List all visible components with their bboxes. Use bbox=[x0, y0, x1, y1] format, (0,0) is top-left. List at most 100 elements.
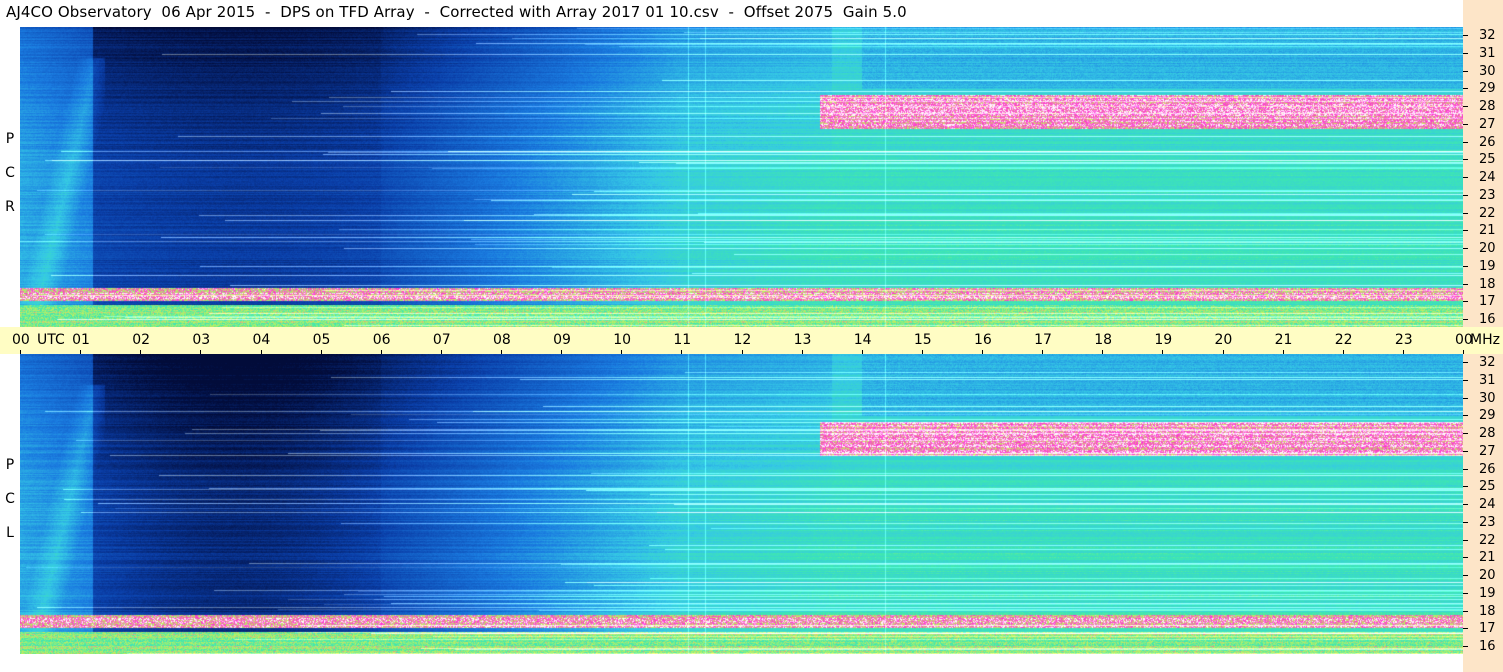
top-pol-letter-p: P bbox=[5, 131, 15, 147]
time-tick-label: 23 bbox=[1394, 332, 1413, 348]
freq-tick bbox=[1463, 283, 1468, 285]
bottom-spectrogram bbox=[20, 354, 1463, 654]
time-tick-label: 01 bbox=[72, 332, 90, 348]
time-tick-label: 22 bbox=[1334, 332, 1353, 348]
freq-tick-label: 20 bbox=[1479, 568, 1496, 583]
time-tick-label: 12 bbox=[733, 332, 752, 348]
top-spectrogram bbox=[20, 27, 1463, 327]
freq-tick bbox=[1463, 592, 1468, 594]
freq-tick bbox=[1463, 177, 1468, 178]
freq-tick-label: 23 bbox=[1479, 187, 1496, 203]
freq-tick bbox=[1463, 415, 1468, 417]
freq-tick bbox=[1463, 35, 1468, 36]
freq-tick-label: 27 bbox=[1479, 116, 1496, 132]
freq-tick-label: 16 bbox=[1479, 312, 1496, 327]
freq-tick bbox=[1463, 504, 1468, 505]
freq-tick bbox=[1463, 379, 1468, 381]
freq-tick-label: 19 bbox=[1479, 585, 1496, 601]
freq-tick-label: 22 bbox=[1479, 532, 1496, 548]
freq-tick-label: 23 bbox=[1479, 514, 1496, 530]
top-polarization-label: R C P bbox=[0, 120, 20, 256]
time-tick-label: 08 bbox=[493, 332, 511, 348]
freq-tick bbox=[1463, 486, 1468, 488]
freq-tick bbox=[1463, 521, 1468, 523]
freq-tick-label: 25 bbox=[1479, 479, 1496, 495]
time-tick-label: 00 bbox=[12, 332, 30, 348]
bottom-frequency-axis: 32 31 30 29 28 27 26 25 24 23 22 21 20 19 18 17 16 bbox=[1463, 354, 1503, 672]
freq-tick bbox=[1463, 628, 1468, 630]
freq-tick-label: 18 bbox=[1479, 603, 1496, 619]
freq-tick-label: 30 bbox=[1479, 390, 1496, 406]
freq-tick-label: 32 bbox=[1479, 355, 1496, 370]
freq-tick-label: 28 bbox=[1479, 426, 1496, 441]
freq-tick-label: 22 bbox=[1479, 205, 1496, 221]
bottom-spectrogram-canvas bbox=[20, 354, 1463, 654]
freq-tick bbox=[1463, 610, 1468, 612]
freq-tick-label: 32 bbox=[1479, 28, 1496, 43]
time-tick-label: 09 bbox=[553, 332, 571, 348]
time-tick-label: 06 bbox=[372, 332, 391, 348]
freq-tick bbox=[1463, 397, 1468, 399]
bottom-pol-letter-l: L bbox=[6, 525, 14, 541]
freq-tick-label: 26 bbox=[1479, 461, 1496, 477]
freq-tick-label: 21 bbox=[1479, 550, 1496, 566]
freq-tick-label: 30 bbox=[1479, 63, 1496, 79]
top-pol-letter-r: R bbox=[5, 199, 15, 215]
freq-tick-label: 17 bbox=[1479, 621, 1496, 637]
freq-tick bbox=[1463, 539, 1468, 541]
time-tick-label: 18 bbox=[1094, 332, 1113, 348]
freq-tick-label: 29 bbox=[1479, 81, 1496, 97]
time-tick-label: 15 bbox=[913, 332, 932, 348]
freq-tick bbox=[1463, 230, 1468, 232]
freq-tick bbox=[1463, 70, 1468, 72]
freq-tick-label: 24 bbox=[1479, 497, 1496, 512]
freq-tick-label: 24 bbox=[1479, 170, 1496, 185]
top-spectrogram-canvas bbox=[20, 27, 1463, 327]
freq-tick bbox=[1463, 194, 1468, 196]
freq-tick bbox=[1463, 141, 1468, 143]
freq-tick bbox=[1463, 265, 1468, 267]
freq-tick-label: 29 bbox=[1479, 408, 1496, 424]
time-tick-label: 04 bbox=[252, 332, 271, 348]
bottom-polarization-label: L C P bbox=[0, 446, 20, 582]
freq-tick bbox=[1463, 557, 1468, 559]
time-tick-label: 10 bbox=[613, 332, 632, 348]
time-tick-label: 19 bbox=[1154, 332, 1173, 348]
time-tick-label: 13 bbox=[793, 332, 812, 348]
time-tick-label: 07 bbox=[432, 332, 451, 348]
freq-tick bbox=[1463, 450, 1468, 452]
freq-tick-label: 20 bbox=[1479, 241, 1496, 256]
freq-tick bbox=[1463, 433, 1468, 434]
time-tick-label: 14 bbox=[853, 332, 872, 348]
freq-tick-label: 27 bbox=[1479, 443, 1496, 459]
top-frequency-axis: 32 31 30 29 28 27 26 25 24 23 22 21 20 19 18 17 16 bbox=[1463, 0, 1503, 327]
time-tick-label: 05 bbox=[312, 332, 331, 348]
top-pol-letter-c: C bbox=[5, 165, 15, 181]
freq-tick bbox=[1463, 248, 1468, 249]
time-tick-label: 03 bbox=[192, 332, 211, 348]
freq-tick-label: 31 bbox=[1479, 372, 1496, 388]
freq-tick-label: 18 bbox=[1479, 276, 1496, 292]
plot-title: AJ4CO Observatory 06 Apr 2015 - DPS on T… bbox=[6, 3, 907, 21]
freq-tick-label: 21 bbox=[1479, 223, 1496, 239]
time-tick-label: 21 bbox=[1274, 332, 1293, 348]
freq-tick bbox=[1463, 106, 1468, 107]
freq-tick-label: 25 bbox=[1479, 152, 1496, 168]
freq-tick bbox=[1463, 468, 1468, 470]
freq-tick bbox=[1463, 575, 1468, 576]
freq-tick bbox=[1463, 362, 1468, 363]
freq-tick-label: 26 bbox=[1479, 134, 1496, 150]
freq-tick-label: 19 bbox=[1479, 258, 1496, 274]
bottom-pol-letter-c: C bbox=[5, 491, 15, 507]
time-tick-label: 16 bbox=[974, 332, 992, 348]
freq-tick bbox=[1463, 123, 1468, 125]
time-axis: 00 01 02 03 04 05 06 07 08 09 10 11 12 13 14 15 16 17 18 19… bbox=[0, 327, 1503, 354]
freq-tick bbox=[1463, 212, 1468, 214]
freq-tick-label: 17 bbox=[1479, 294, 1496, 310]
freq-tick bbox=[1463, 319, 1468, 320]
freq-tick bbox=[1463, 159, 1468, 161]
time-tick-label: 17 bbox=[1034, 332, 1052, 348]
time-tick-label: 02 bbox=[132, 332, 151, 348]
freq-tick-label: 16 bbox=[1479, 639, 1496, 654]
freq-tick-label: 28 bbox=[1479, 99, 1496, 114]
